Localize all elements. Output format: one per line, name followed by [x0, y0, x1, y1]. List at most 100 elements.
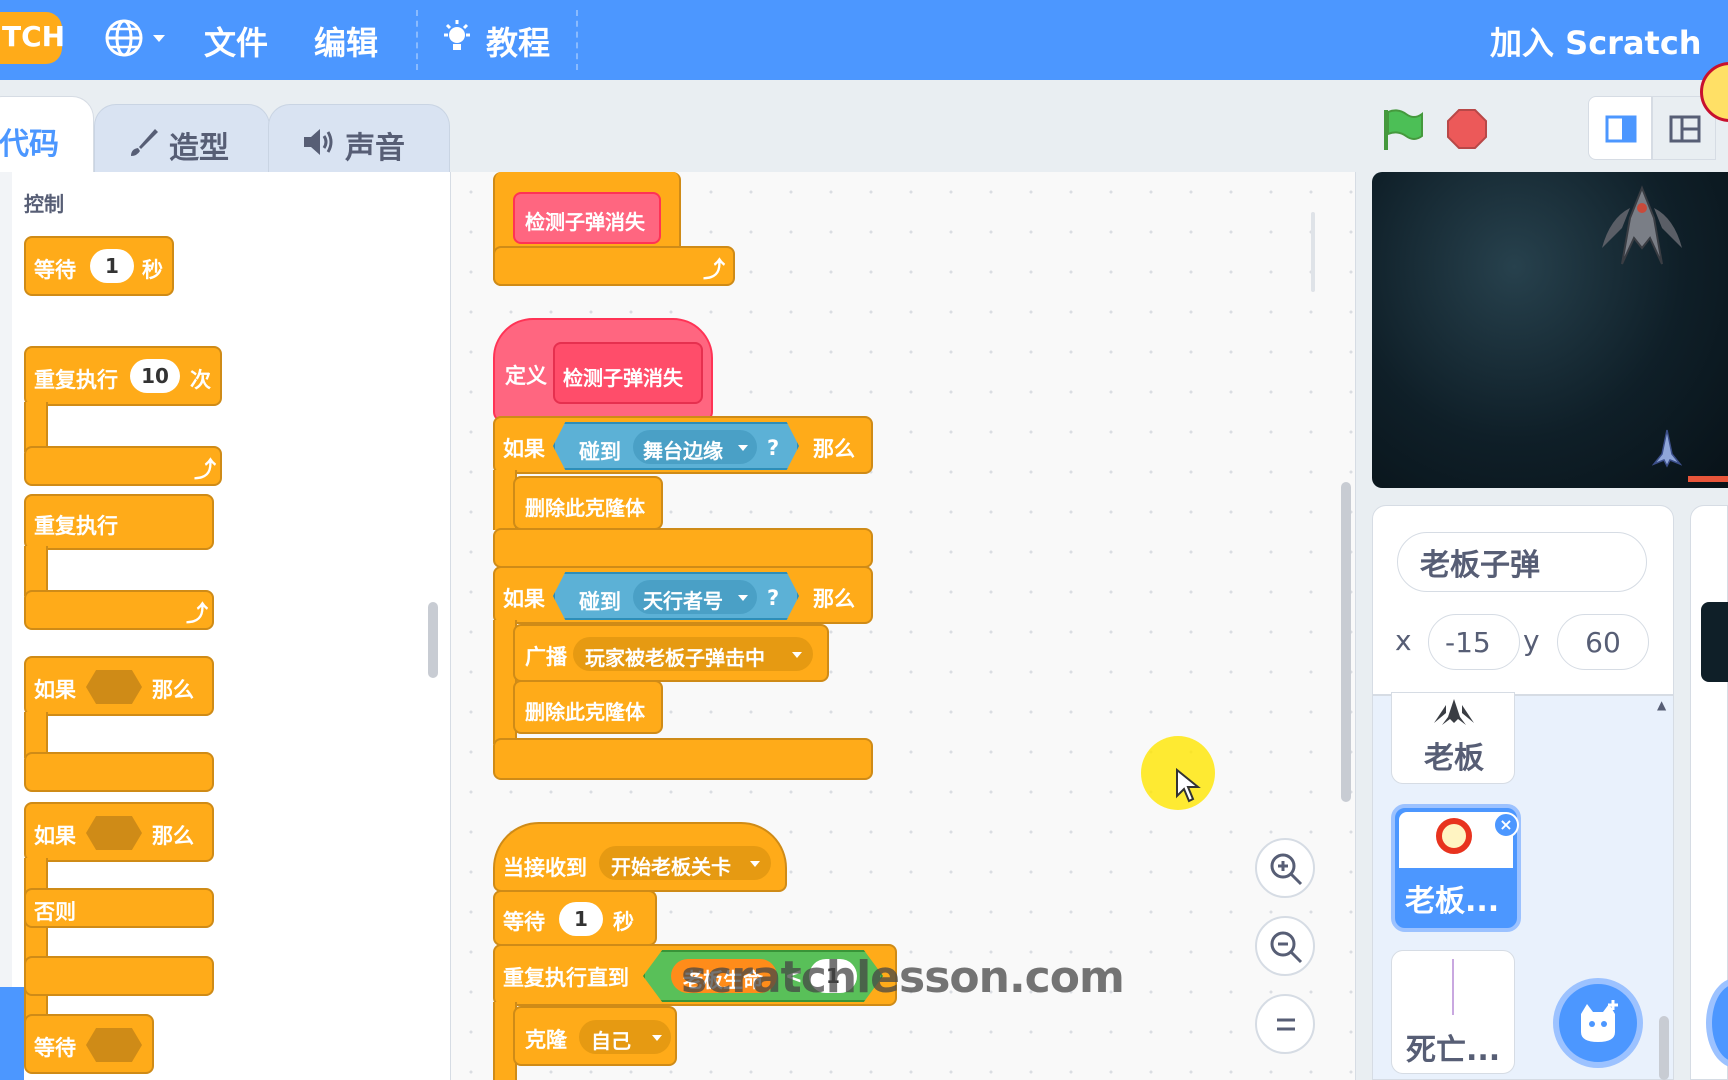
stop-icon[interactable]: [1446, 108, 1488, 150]
green-flag-icon[interactable]: [1380, 106, 1426, 152]
create-clone-block[interactable]: 克隆 自己: [513, 1006, 677, 1066]
stage[interactable]: [1372, 172, 1728, 488]
clone-target-dropdown[interactable]: 自己: [579, 1020, 671, 1054]
caret-down-icon: [652, 1035, 662, 1041]
scroll-up-icon[interactable]: ▲: [1657, 698, 1666, 712]
caret-down-icon: [738, 595, 748, 601]
caret-down-icon: [153, 35, 165, 42]
if-touching-player-block[interactable]: 如果 碰到 天行者号 ? 那么: [493, 566, 873, 624]
scratch-logo[interactable]: TCH: [0, 12, 65, 64]
zoom-in-button[interactable]: [1255, 838, 1315, 898]
sprite-tile-boss-bullet[interactable]: × 老板...: [1391, 804, 1521, 932]
delete-clone-block[interactable]: 删除此克隆体: [513, 680, 663, 734]
cat-add-icon: [1581, 1000, 1618, 1042]
menu-edit[interactable]: 编辑: [314, 18, 378, 64]
zoom-reset-button[interactable]: [1255, 994, 1315, 1054]
if1-bottom: [493, 528, 873, 568]
touching-condition[interactable]: 碰到 天行者号 ?: [553, 572, 799, 620]
speaker-icon: [304, 129, 333, 155]
forever-block-arm: [24, 546, 48, 596]
join-scratch-link[interactable]: 加入 Scratch: [1490, 18, 1702, 64]
code-vertical-scrollbar[interactable]: [1341, 482, 1351, 802]
block-palette: 控制 等待 1 秒 重复执行 10 次 ⤴ 重复执行 ⤴ 如果 那么 如果 那么…: [0, 172, 451, 1080]
if-else-bottom: [24, 956, 214, 996]
wait-block[interactable]: 等待 1 秒: [493, 890, 657, 946]
tab-code[interactable]: 代码: [0, 96, 94, 176]
if-then-bottom: [24, 752, 214, 792]
equals-icon: [1277, 1018, 1295, 1031]
category-highlight: [0, 987, 24, 1080]
touching-target-dropdown[interactable]: 天行者号: [633, 580, 757, 614]
menu-tutorials[interactable]: 教程: [440, 18, 560, 62]
else-block: 否则: [24, 888, 214, 928]
stage-health-bar: [1688, 476, 1728, 482]
broadcast-message-dropdown[interactable]: 玩家被老板子弹击中: [573, 637, 813, 671]
loop-arrow-icon: ⤴: [194, 458, 217, 483]
delete-clone-block[interactable]: 删除此克隆体: [513, 476, 663, 530]
if-then-block[interactable]: 如果 那么: [24, 656, 214, 716]
tab-costumes[interactable]: 造型: [94, 104, 270, 176]
brush-icon: [131, 129, 158, 156]
call-detect-bullet-block[interactable]: 检测子弹消失: [513, 192, 661, 244]
receive-message-dropdown[interactable]: 开始老板关卡: [599, 846, 771, 880]
forever-block-bottom: ⤴: [24, 590, 214, 630]
when-receive-block[interactable]: 当接收到 开始老板关卡: [493, 822, 787, 892]
mouse-pointer-icon: [1176, 768, 1201, 803]
language-menu[interactable]: [104, 18, 168, 60]
y-position-input[interactable]: [1557, 614, 1649, 670]
stage-thumbnail[interactable]: [1701, 602, 1728, 682]
define-name: 检测子弹消失: [553, 342, 703, 404]
if-else-block[interactable]: 如果 那么: [24, 802, 214, 862]
sprite-list: 老板 × 老板... 死亡... ▲: [1372, 692, 1674, 1080]
forever-block[interactable]: 重复执行: [24, 494, 214, 550]
wait-block[interactable]: 等待 1 秒: [24, 236, 174, 296]
code-area[interactable]: 检测子弹消失 ⤴ 定义 检测子弹消失 如果 碰到 舞台边缘 ? 那么 删除此克隆…: [451, 172, 1356, 1080]
watermark-text: scratchlesson.com: [681, 952, 1125, 1003]
lightbulb-icon: [444, 20, 470, 50]
menu-separator: [416, 10, 418, 70]
globe-icon: [105, 19, 143, 57]
condition-slot[interactable]: [86, 1028, 142, 1062]
condition-slot[interactable]: [86, 816, 142, 850]
if-touching-edge-block[interactable]: 如果 碰到 舞台边缘 ? 那么: [493, 416, 873, 474]
broadcast-block[interactable]: 广播 玩家被老板子弹击中: [513, 624, 829, 682]
top-stack-bottom: ⤴: [493, 246, 735, 286]
condition-slot[interactable]: [86, 670, 142, 704]
delete-sprite-button[interactable]: ×: [1493, 812, 1519, 838]
caret-down-icon: [738, 445, 748, 451]
palette-scrollbar[interactable]: [428, 602, 438, 678]
tab-sounds[interactable]: 声音: [268, 104, 450, 176]
touching-target-dropdown[interactable]: 舞台边缘: [633, 430, 757, 464]
bullet-ring-icon: [1436, 818, 1472, 854]
wait-until-block[interactable]: 等待: [24, 1014, 154, 1074]
sprite-info-panel: x y: [1372, 505, 1674, 695]
small-stage-icon: [1605, 115, 1637, 143]
sprite-list-scrollbar[interactable]: [1659, 1016, 1669, 1080]
category-label: 控制: [24, 192, 64, 216]
zoom-out-icon: [1270, 931, 1303, 964]
x-position-input[interactable]: [1428, 614, 1520, 670]
player-ship-sprite: [1652, 429, 1682, 468]
wait-seconds-input[interactable]: 1: [90, 249, 134, 283]
boss-ship-thumbnail-icon: [1434, 699, 1474, 725]
repeat-block-bottom: ⤴: [24, 446, 222, 486]
menu-bar: TCH 文件 编辑 教程 加入 Scratch: [0, 0, 1728, 80]
menu-file[interactable]: 文件: [204, 18, 268, 64]
wait-seconds-input[interactable]: 1: [559, 902, 603, 936]
small-stage-button[interactable]: [1588, 96, 1652, 160]
y-label: y: [1523, 624, 1540, 657]
loop-arrow-icon: ⤴: [186, 602, 209, 627]
sprite-tile-death[interactable]: 死亡...: [1391, 950, 1515, 1074]
sprite-name-input[interactable]: [1397, 532, 1647, 592]
define-block[interactable]: 定义 检测子弹消失: [493, 318, 713, 422]
touching-condition[interactable]: 碰到 舞台边缘 ?: [553, 422, 799, 470]
sprite-tile-boss[interactable]: 老板: [1391, 692, 1515, 784]
choose-sprite-button[interactable]: [1553, 978, 1643, 1068]
repeat-count-input[interactable]: 10: [130, 359, 180, 393]
zoom-out-button[interactable]: [1255, 916, 1315, 976]
zoom-in-icon: [1270, 853, 1303, 886]
boss-ship-sprite: [1602, 185, 1682, 265]
loop-arrow-icon: ⤴: [703, 258, 726, 283]
caret-down-icon: [792, 652, 802, 658]
repeat-block[interactable]: 重复执行 10 次: [24, 346, 222, 406]
